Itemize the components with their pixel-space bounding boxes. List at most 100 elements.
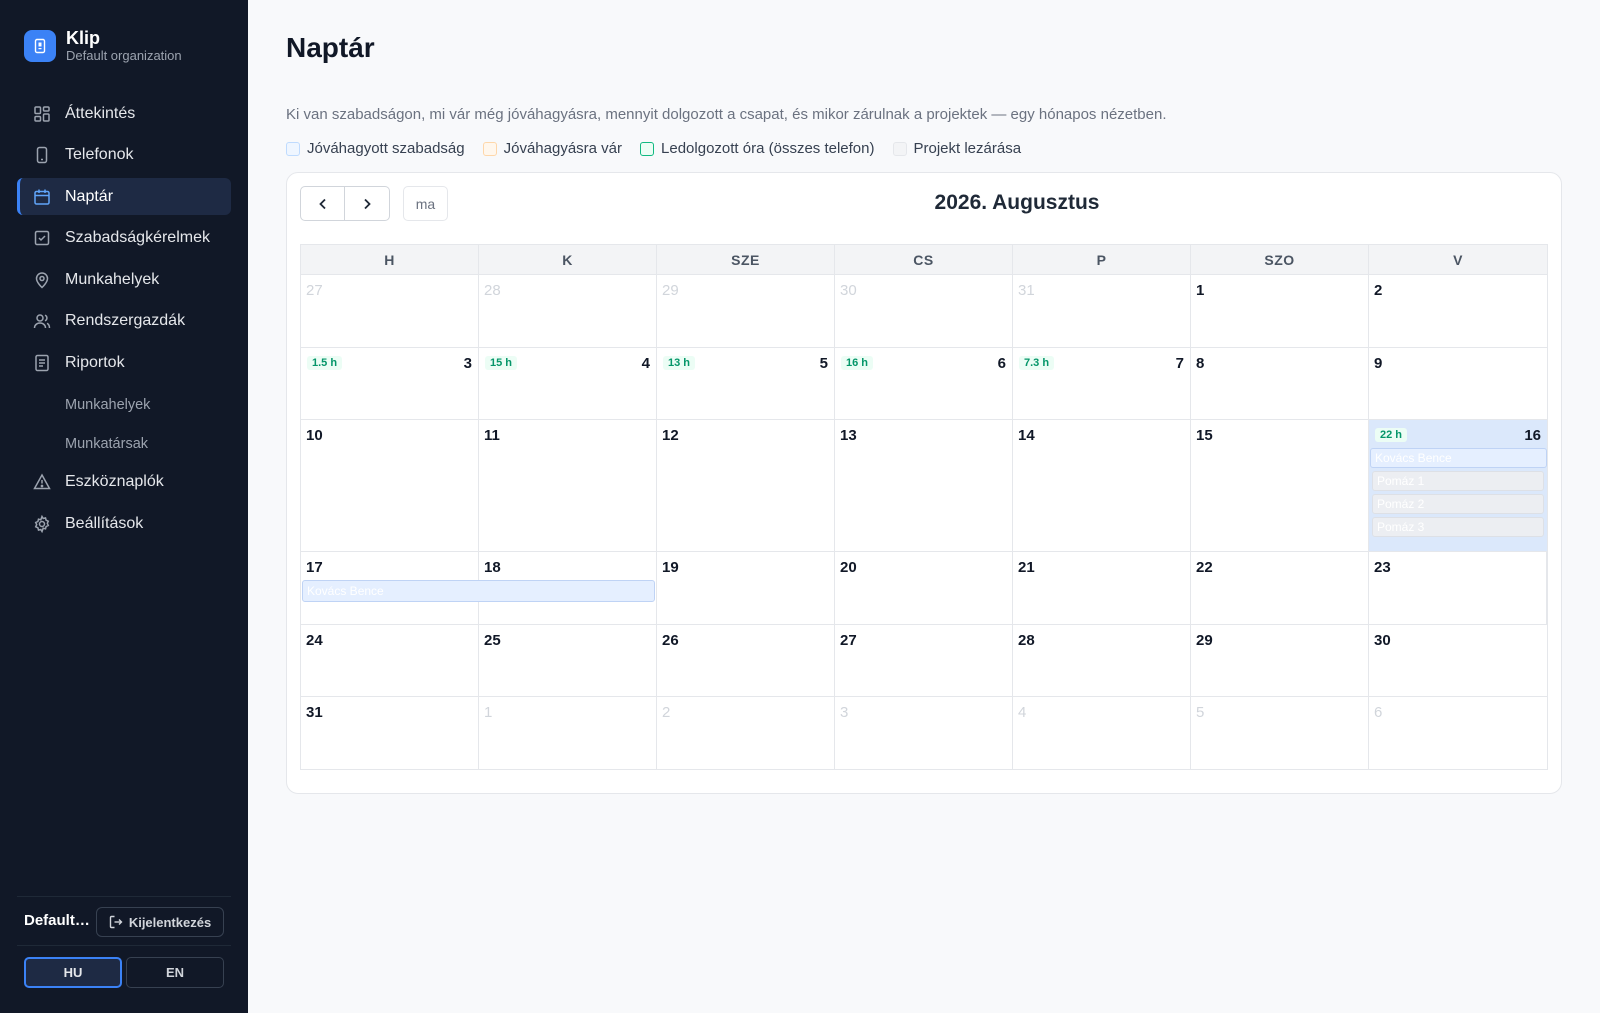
calendar-day-cell[interactable]: 1.5 h 3: [301, 348, 479, 419]
sidebar: Klip Default organization Áttekintés Tel…: [0, 0, 248, 1013]
sidebar-item-eszkoznaplok[interactable]: Eszköznaplók: [17, 464, 231, 501]
calendar-day-cell[interactable]: 11: [479, 420, 657, 551]
logout-button[interactable]: Kijelentkezés: [96, 907, 224, 937]
calendar-day-cell[interactable]: 23: [1369, 552, 1547, 624]
calendar-day-cell[interactable]: 12: [657, 420, 835, 551]
day-number: 11: [484, 427, 500, 444]
calendar-day-cell[interactable]: 26: [657, 625, 835, 696]
calendar-day-cell[interactable]: 31: [1013, 275, 1191, 347]
calendar-day-cell[interactable]: 29: [1191, 625, 1369, 696]
calendar-week-row: 10 11 12 13 14 15 22 h 16 Kovács Bence Pomáz 1 Pom…: [301, 420, 1547, 552]
leave-event-multiday[interactable]: Kovács Bence: [302, 580, 655, 602]
page-title: Naptár: [286, 32, 375, 63]
sidebar-item-rendszergazdak[interactable]: Rendszergazdák: [17, 303, 231, 340]
calendar-day-cell[interactable]: 27: [301, 275, 479, 347]
calendar-day-cell[interactable]: 13 h 5: [657, 348, 835, 419]
calendar-day-cell[interactable]: 25: [479, 625, 657, 696]
calendar-day-cell[interactable]: 28: [1013, 625, 1191, 696]
day-number: 21: [1018, 559, 1035, 576]
calendar-day-cell[interactable]: 4: [1013, 697, 1191, 769]
sidebar-item-riportok[interactable]: Riportok: [17, 344, 231, 381]
legend-label: Jóváhagyásra vár: [503, 140, 623, 157]
calendar-icon: [32, 187, 52, 207]
calendar-day-cell[interactable]: 27: [835, 625, 1013, 696]
calendar-day-cell[interactable]: 16 h 6: [835, 348, 1013, 419]
day-number: 16: [1524, 427, 1541, 444]
calendar-day-cell[interactable]: 24: [301, 625, 479, 696]
sidebar-subitem-munkatarsak[interactable]: Munkatársak: [17, 425, 231, 464]
calendar-day-cell[interactable]: 2: [1369, 275, 1547, 347]
calendar-day-cell[interactable]: 7.3 h 7: [1013, 348, 1191, 419]
day-number: 24: [306, 632, 323, 649]
day-number: 1: [484, 704, 493, 721]
sidebar-nav: Áttekintés Telefonok Naptár Szabadságkér…: [17, 95, 231, 547]
day-number: 1: [1196, 282, 1205, 299]
day-number: 3: [840, 704, 849, 721]
worked-hours-badge: 16 h: [841, 356, 874, 370]
sidebar-item-beallitasok[interactable]: Beállítások: [17, 505, 231, 542]
calendar-day-cell[interactable]: 5: [1191, 697, 1369, 769]
sidebar-divider: [17, 896, 231, 897]
day-number: 5: [819, 355, 828, 372]
project-close-event[interactable]: Pomáz 1: [1372, 471, 1544, 491]
calendar-day-cell[interactable]: 14: [1013, 420, 1191, 551]
weekday-header-cell: V: [1453, 251, 1463, 268]
calendar-day-cell[interactable]: 15: [1191, 420, 1369, 551]
page-subtitle: Ki van szabadságon, mi vár még jóváhagyá…: [286, 106, 1167, 123]
day-number: 3: [463, 355, 472, 372]
legend-label: Projekt lezárása: [913, 140, 1022, 157]
brand[interactable]: Klip Default organization: [24, 28, 182, 64]
weekday-header-cell: H: [301, 245, 479, 274]
weekday-header-cell: SZE: [657, 245, 835, 274]
project-close-event[interactable]: Pomáz 3: [1372, 517, 1544, 537]
calendar-day-cell[interactable]: 1: [1191, 275, 1369, 347]
legend-label: Ledolgozott óra (összes telefon): [661, 140, 875, 157]
day-number: 2: [1374, 282, 1383, 299]
sidebar-item-naptar[interactable]: Naptár: [17, 178, 231, 215]
calendar-day-cell[interactable]: 30: [835, 275, 1013, 347]
calendar-day-cell[interactable]: 22: [1191, 552, 1369, 624]
calendar-day-cell[interactable]: 20: [835, 552, 1013, 624]
lang-hu-button[interactable]: HU: [24, 957, 122, 988]
weekday-header-cell: CS: [835, 245, 1013, 274]
app-name: Klip: [66, 28, 100, 48]
sidebar-item-attekintes[interactable]: Áttekintés: [17, 95, 231, 132]
lang-en-button[interactable]: EN: [126, 957, 224, 988]
calendar-day-cell[interactable]: 6: [1369, 697, 1547, 769]
calendar-day-cell[interactable]: 15 h 4: [479, 348, 657, 419]
calendar-day-cell[interactable]: 22 h 16 Kovács Bence Pomáz 1 Pomáz 2 Pomáz 3: [1369, 420, 1547, 551]
calendar-day-cell[interactable]: 3: [835, 697, 1013, 769]
calendar-day-cell[interactable]: 9: [1369, 348, 1547, 419]
day-number: 27: [306, 282, 323, 299]
calendar-day-cell[interactable]: 21: [1013, 552, 1191, 624]
calendar-day-cell[interactable]: 10: [301, 420, 479, 551]
calendar-day-cell[interactable]: 28: [479, 275, 657, 347]
calendar-day-cell[interactable]: 19: [657, 552, 835, 624]
day-number: 27: [840, 632, 857, 649]
users-icon: [32, 311, 52, 331]
project-close-event[interactable]: Pomáz 2: [1372, 494, 1544, 514]
sidebar-item-label: Munkahelyek: [65, 270, 160, 288]
calendar-day-cell[interactable]: 8: [1191, 348, 1369, 419]
day-number: 31: [306, 704, 323, 721]
phone-icon: [32, 145, 52, 165]
day-number: 15: [1196, 427, 1213, 444]
calendar-day-cell[interactable]: 2: [657, 697, 835, 769]
calendar-day-cell[interactable]: 31: [301, 697, 479, 769]
sidebar-item-munkahelyek[interactable]: Munkahelyek: [17, 261, 231, 298]
day-number: 4: [1018, 704, 1027, 721]
calendar-day-cell[interactable]: 30: [1369, 625, 1547, 696]
sidebar-item-szabadsagkerelmek[interactable]: Szabadságkérelmek: [17, 220, 231, 257]
day-number: 28: [484, 282, 501, 299]
gear-icon: [32, 514, 52, 534]
sidebar-item-label: Rendszergazdák: [65, 312, 186, 329]
sidebar-item-telefonok[interactable]: Telefonok: [17, 137, 231, 174]
leave-event[interactable]: Kovács Bence: [1370, 448, 1547, 468]
calendar-day-cell[interactable]: 29: [657, 275, 835, 347]
day-number: 22: [1196, 559, 1213, 576]
calendar-card: ma 2026. Augusztus H K SZE CS P SZO V 27 28 29 30…: [286, 172, 1562, 794]
sidebar-subitem-munkahelyek[interactable]: Munkahelyek: [17, 386, 231, 425]
calendar-day-cell[interactable]: 13: [835, 420, 1013, 551]
sidebar-divider: [17, 945, 231, 946]
calendar-day-cell[interactable]: 1: [479, 697, 657, 769]
